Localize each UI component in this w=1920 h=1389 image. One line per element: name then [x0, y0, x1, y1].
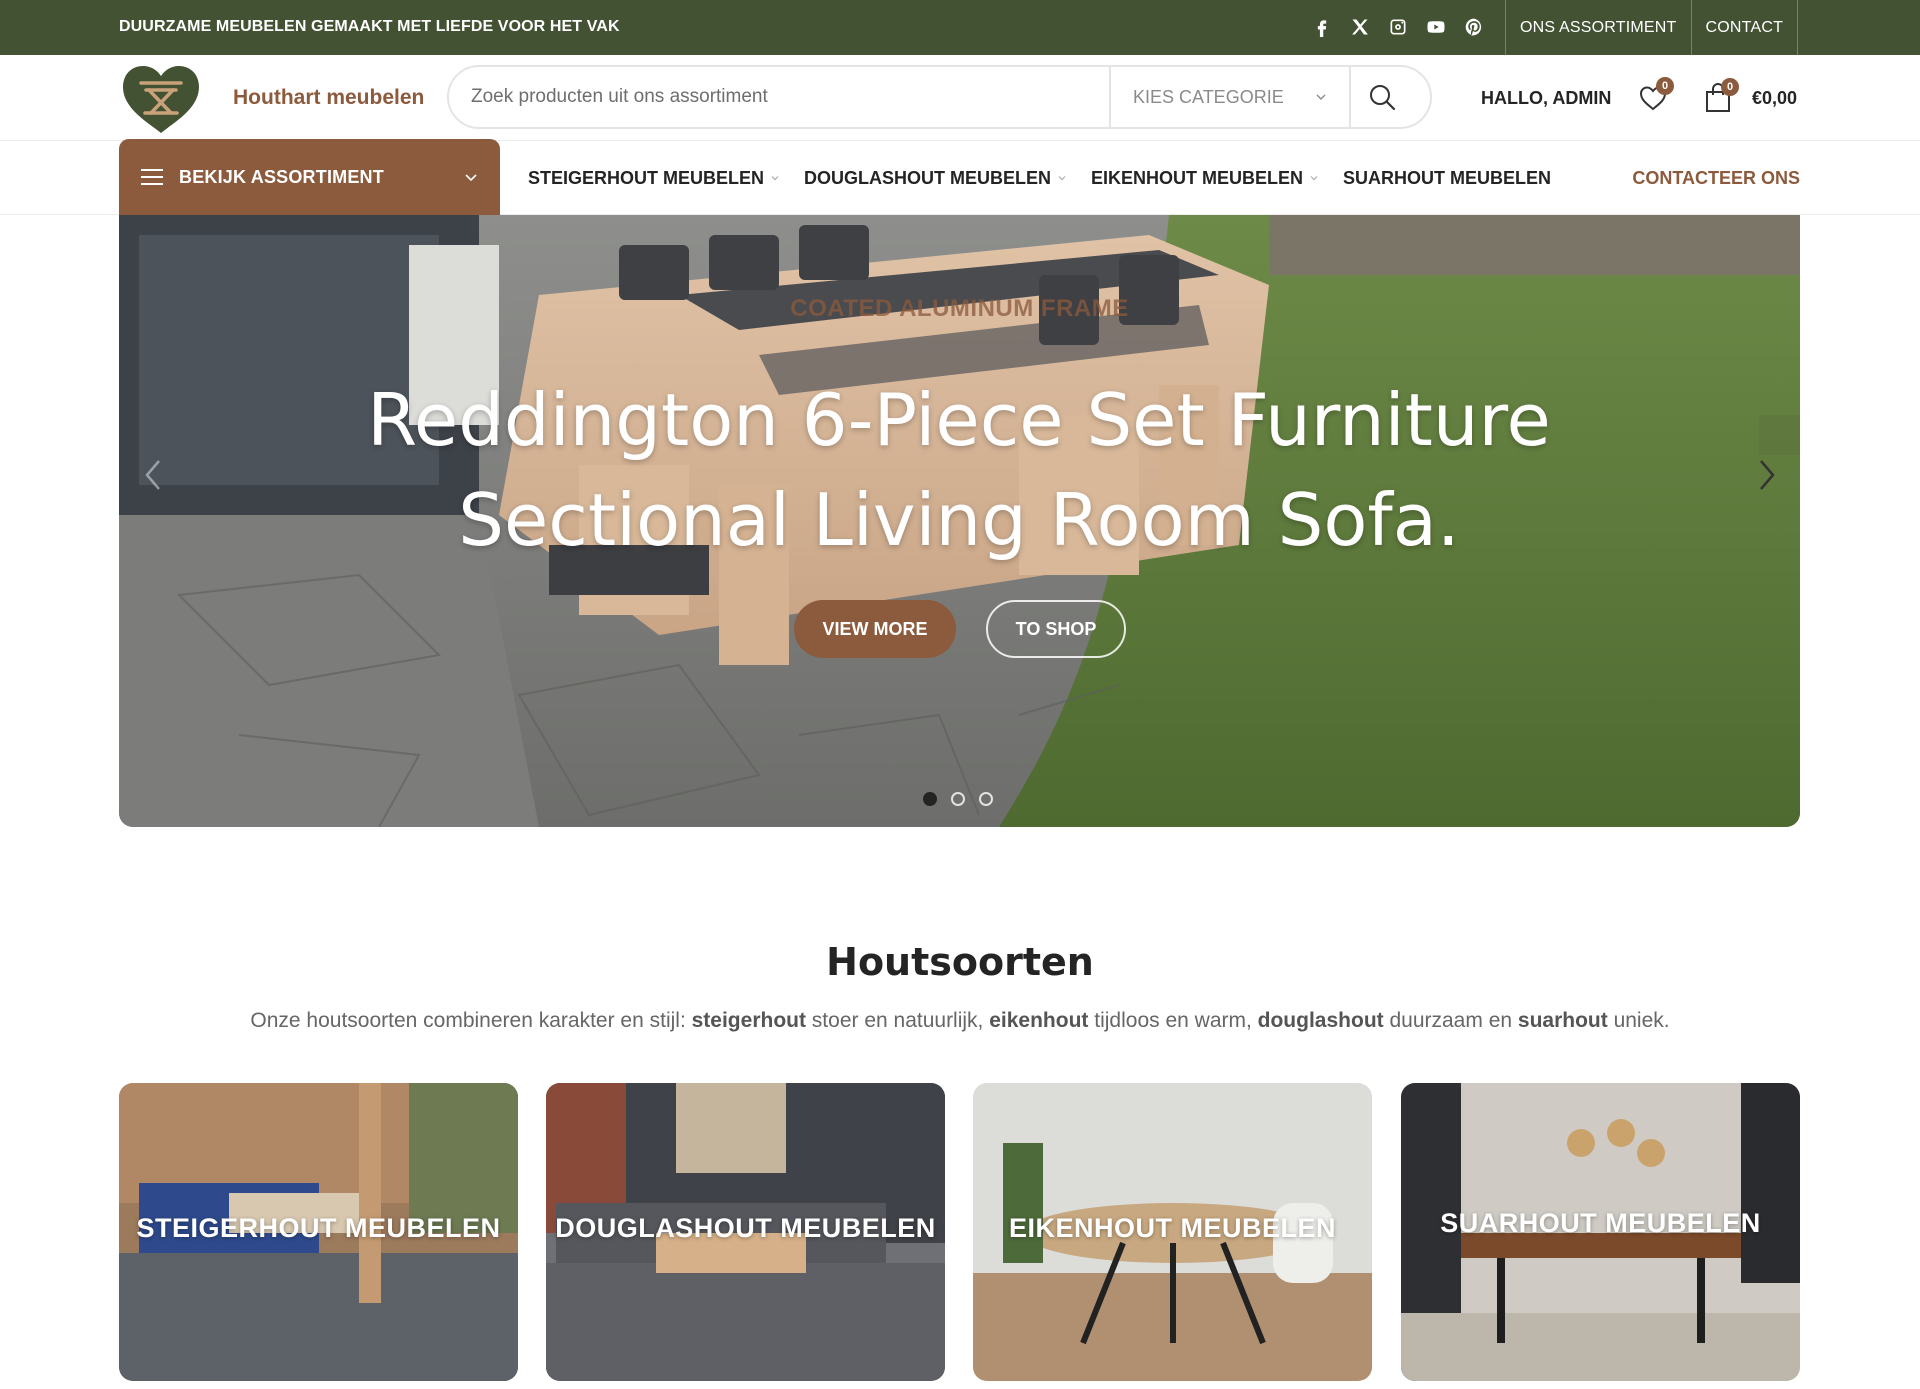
desc-text: uniek. — [1607, 1009, 1670, 1032]
hero-slider: COATED ALUMINUM FRAME Reddington 6-Piece… — [119, 215, 1800, 827]
categories-menu-button[interactable]: BEKIJK ASSORTIMENT — [119, 139, 500, 215]
slider-dot-2[interactable] — [951, 792, 965, 806]
main-nav: BEKIJK ASSORTIMENT STEIGERHOUT MEUBELEN … — [0, 139, 1920, 215]
tagline: DUURZAME MEUBELEN GEMAAKT MET LIEFDE VOO… — [119, 18, 620, 35]
to-shop-button[interactable]: TO SHOP — [986, 600, 1126, 658]
wishlist-button[interactable]: 0 — [1638, 77, 1674, 113]
slider-dot-1[interactable] — [923, 792, 937, 806]
nav-item-label: STEIGERHOUT MEUBELEN — [528, 167, 765, 188]
nav-item-steigerhout[interactable]: STEIGERHOUT MEUBELEN — [528, 168, 780, 189]
wood-type-cards: STEIGERHOUT MEUBELEN DOUGLASHOUT MEUBELE… — [119, 1083, 1800, 1381]
desc-bold: douglashout — [1257, 1009, 1384, 1032]
card-douglashout[interactable]: DOUGLASHOUT MEUBELEN — [546, 1083, 945, 1381]
category-select[interactable]: KIES CATEGORIE — [1109, 67, 1349, 127]
hamburger-icon — [141, 169, 163, 185]
social-links — [1312, 0, 1484, 53]
desc-bold: steigerhout — [691, 1009, 806, 1032]
desc-text: duurzaam en — [1383, 1009, 1518, 1032]
chevron-down-icon — [465, 174, 477, 182]
chevron-down-icon — [771, 176, 779, 181]
x-icon[interactable] — [1350, 17, 1370, 37]
top-link-contact[interactable]: CONTACT — [1690, 0, 1799, 55]
nav-item-eikenhout[interactable]: EIKENHOUT MEUBELEN — [1091, 168, 1319, 189]
youtube-icon[interactable] — [1426, 17, 1446, 37]
slider-next-arrow-icon[interactable] — [1751, 455, 1781, 495]
card-suarhout[interactable]: SUARHOUT MEUBELEN — [1401, 1083, 1800, 1381]
nav-item-label: DOUGLASHOUT MEUBELEN — [804, 167, 1052, 188]
account-link[interactable]: HALLO, ADMIN — [1481, 55, 1611, 141]
desc-bold: eikenhout — [989, 1009, 1089, 1032]
header: Houthart meubelen KIES CATEGORIE HALLO, … — [0, 55, 1920, 141]
brand-name[interactable]: Houthart meubelen — [233, 55, 424, 141]
card-title: EIKENHOUT MEUBELEN — [1008, 1213, 1336, 1243]
desc-text: stoer en natuurlijk, — [805, 1009, 990, 1032]
desc-text: Onze houtsoorten combineren karakter en … — [250, 1009, 692, 1032]
top-bar: DUURZAME MEUBELEN GEMAAKT MET LIEFDE VOO… — [0, 0, 1920, 55]
nav-item-suarhout[interactable]: SUARHOUT MEUBELEN — [1343, 168, 1551, 189]
hero-headline: Reddington 6-Piece Set Furniture Section… — [367, 378, 1551, 562]
chevron-down-icon — [1310, 176, 1318, 181]
top-link-assortiment[interactable]: ONS ASSORTIMENT — [1505, 0, 1691, 55]
wishlist-count-badge: 0 — [1656, 77, 1674, 95]
view-more-button[interactable]: VIEW MORE — [794, 600, 956, 658]
categories-menu-label: BEKIJK ASSORTIMENT — [179, 166, 384, 187]
desc-text: tijdloos en warm, — [1088, 1009, 1258, 1032]
search-input[interactable] — [449, 67, 1109, 127]
card-eikenhout[interactable]: EIKENHOUT MEUBELEN — [973, 1083, 1372, 1381]
card-steigerhout[interactable]: STEIGERHOUT MEUBELEN — [119, 1083, 518, 1381]
slider-dot-3[interactable] — [979, 792, 993, 806]
instagram-icon[interactable] — [1388, 17, 1408, 37]
contact-link[interactable]: CONTACTEER ONS — [1632, 141, 1800, 215]
card-title: STEIGERHOUT MEUBELEN — [136, 1213, 501, 1243]
nav-item-douglashout[interactable]: DOUGLASHOUT MEUBELEN — [804, 168, 1067, 189]
card-title: SUARHOUT MEUBELEN — [1440, 1208, 1761, 1238]
chevron-down-icon — [1058, 176, 1066, 181]
slider-dots — [923, 792, 993, 806]
nav-item-label: SUARHOUT MEUBELEN — [1343, 167, 1552, 188]
cart-total[interactable]: €0,00 — [1752, 55, 1797, 141]
logo-heart-icon[interactable] — [119, 63, 203, 135]
top-links: ONS ASSORTIMENT CONTACT — [1505, 0, 1799, 55]
card-title: DOUGLASHOUT MEUBELEN — [555, 1213, 936, 1243]
section-description: Onze houtsoorten combineren karakter en … — [0, 1009, 1920, 1033]
desc-bold: suarhout — [1517, 1009, 1608, 1032]
cart-button[interactable]: 0 — [1704, 78, 1739, 114]
category-select-label: KIES CATEGORIE — [1133, 86, 1284, 107]
cart-count-badge: 0 — [1721, 78, 1739, 96]
section-title: Houtsoorten — [826, 940, 1094, 984]
facebook-icon[interactable] — [1312, 17, 1332, 37]
hero-eyebrow: COATED ALUMINUM FRAME — [790, 295, 1129, 322]
chevron-down-icon — [1316, 94, 1326, 100]
nav-item-label: EIKENHOUT MEUBELEN — [1091, 167, 1304, 188]
search-button[interactable] — [1349, 67, 1413, 127]
nav-menu: STEIGERHOUT MEUBELEN DOUGLASHOUT MEUBELE… — [528, 141, 1551, 215]
pinterest-icon[interactable] — [1464, 17, 1484, 37]
search-bar: KIES CATEGORIE — [447, 65, 1432, 129]
search-icon — [1370, 85, 1396, 111]
slider-prev-arrow-icon[interactable] — [139, 455, 169, 495]
